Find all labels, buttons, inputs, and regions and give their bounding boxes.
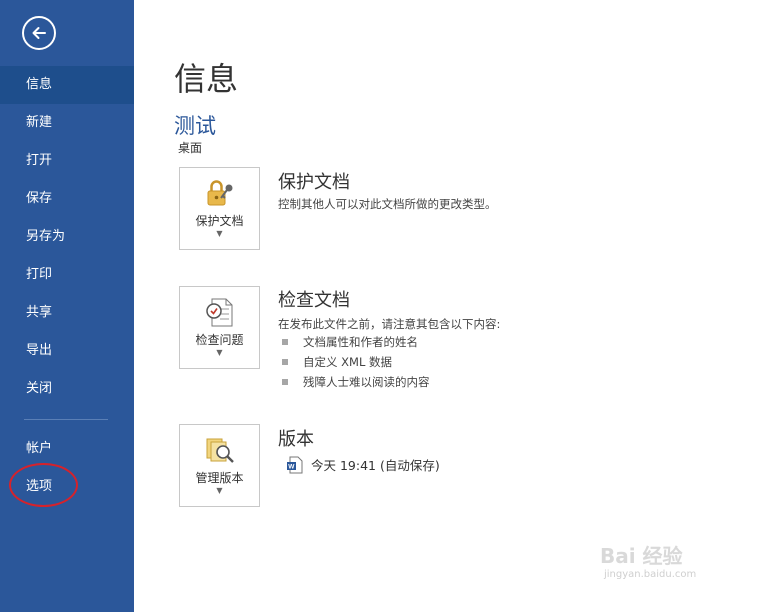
word-document-icon: W: [287, 456, 303, 473]
bullet-square-icon: [282, 359, 288, 365]
sidebar-nav: 信息 新建 打开 保存 另存为 打印 共享 导出 关闭: [0, 66, 134, 408]
sidebar-item-options[interactable]: 选项: [0, 468, 134, 506]
version-entry-label: 今天 19:41 (自动保存): [311, 458, 440, 473]
sidebar-item-print[interactable]: 打印: [0, 256, 134, 294]
sidebar-bottom-nav: 帐户 选项: [0, 430, 134, 506]
baidu-jingyan-watermark: Bai 经验 jingyan.baidu.com: [600, 540, 750, 600]
inspect-bullet-item: 残障人士难以阅读的内容: [282, 374, 430, 390]
sidebar-item-open[interactable]: 打开: [0, 142, 134, 180]
sidebar-item-close[interactable]: 关闭: [0, 370, 134, 408]
manage-versions-button[interactable]: 管理版本 ▼: [179, 424, 260, 507]
protect-section-title: 保护文档: [278, 172, 350, 193]
sidebar-item-share[interactable]: 共享: [0, 294, 134, 332]
sidebar-item-save[interactable]: 保存: [0, 180, 134, 218]
protect-document-tile-label: 保护文档: [195, 214, 244, 228]
inspect-bullet-item: 自定义 XML 数据: [282, 354, 392, 370]
sidebar-item-new[interactable]: 新建: [0, 104, 134, 142]
manage-versions-tile-label: 管理版本: [195, 471, 244, 485]
watermark-logo-text: Bai 经验: [600, 544, 683, 568]
protect-document-button[interactable]: 保护文档 ▼: [179, 167, 260, 250]
lock-key-icon: [207, 180, 232, 206]
bullet-square-icon: [282, 379, 288, 385]
bullet-square-icon: [282, 339, 288, 345]
check-for-issues-button[interactable]: 检查问题 ▼: [179, 286, 260, 369]
inspect-bullet-item: 文档属性和作者的姓名: [282, 334, 418, 350]
inspect-section-description: 在发布此文件之前，请注意其包含以下内容:: [278, 317, 501, 331]
svg-text:W: W: [288, 463, 295, 470]
versions-section-title: 版本: [278, 429, 314, 450]
page-title: 信息: [174, 60, 239, 98]
info-panel: 信息 测试 桌面 保护文档 ▼ 保护文档 控制其他人可以对此文档所做的更改类型。…: [134, 0, 783, 612]
chevron-down-icon: ▼: [216, 348, 223, 357]
backstage-sidebar: 信息 新建 打开 保存 另存为 打印 共享 导出 关闭 帐户 选项: [0, 0, 134, 612]
back-button[interactable]: [22, 16, 56, 50]
check-for-issues-tile-label: 检查问题: [195, 333, 244, 347]
version-entry[interactable]: W 今天 19:41 (自动保存): [287, 455, 440, 474]
chevron-down-icon: ▼: [216, 229, 223, 238]
document-location: 桌面: [178, 141, 203, 155]
sidebar-item-info[interactable]: 信息: [0, 66, 134, 104]
sidebar-divider: [24, 419, 108, 420]
sidebar-item-account[interactable]: 帐户: [0, 430, 134, 468]
chevron-down-icon: ▼: [216, 486, 223, 495]
inspect-section-title: 检查文档: [278, 290, 350, 311]
sidebar-item-export[interactable]: 导出: [0, 332, 134, 370]
document-name: 测试: [174, 114, 216, 138]
protect-section-description: 控制其他人可以对此文档所做的更改类型。: [278, 197, 497, 211]
arrow-left-circle-icon: [32, 27, 46, 39]
inspect-document-icon: [205, 298, 232, 327]
sidebar-item-save-as[interactable]: 另存为: [0, 218, 134, 256]
manage-versions-icon: [206, 438, 234, 463]
watermark-url: jingyan.baidu.com: [604, 569, 697, 580]
